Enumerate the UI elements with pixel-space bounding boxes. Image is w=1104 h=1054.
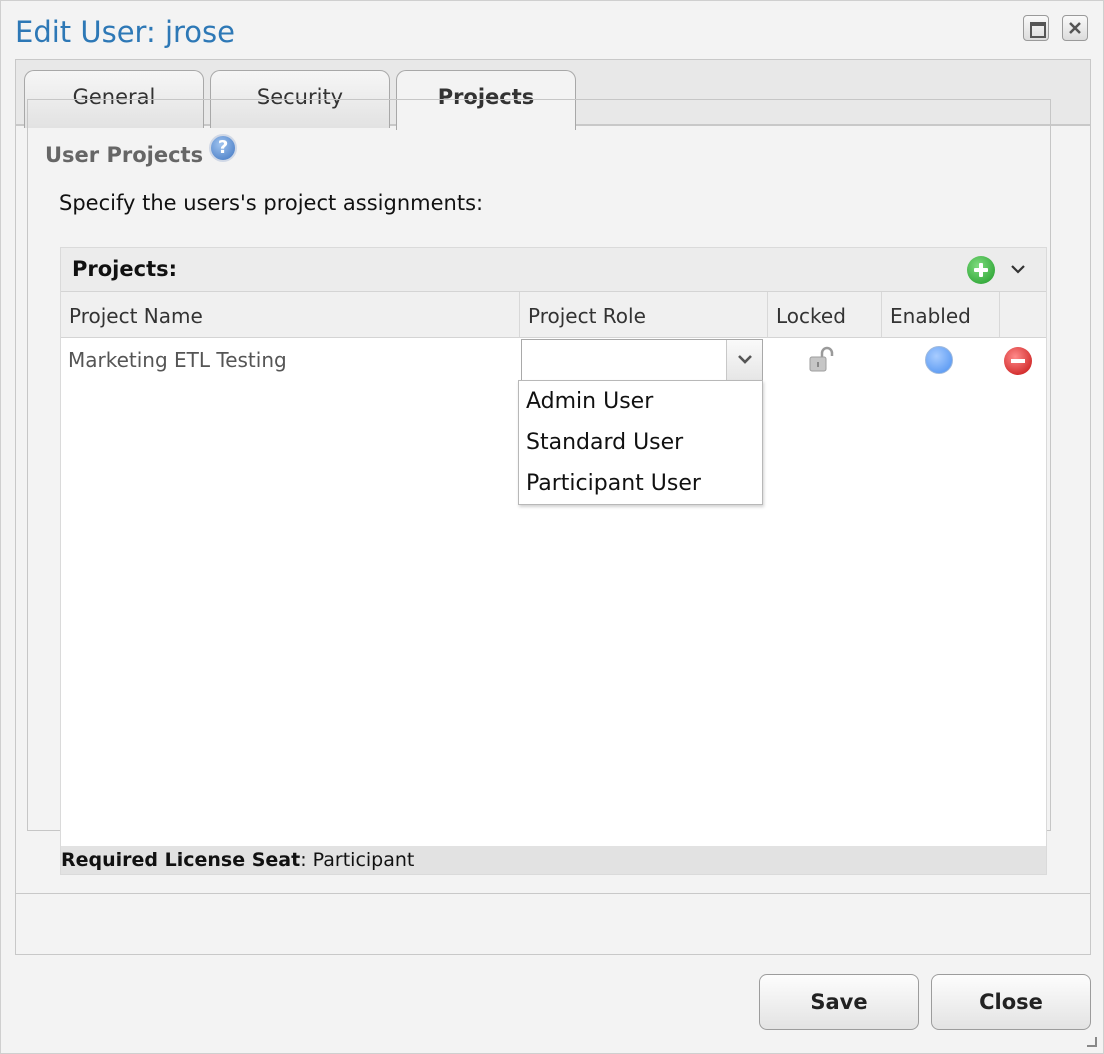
user-projects-legend: User Projects ?	[41, 134, 242, 167]
resize-grip-icon[interactable]	[1085, 1035, 1097, 1047]
unlocked-icon[interactable]	[808, 346, 838, 374]
instructions-text: Specify the users's project assignments:	[59, 191, 484, 215]
close-icon	[1069, 22, 1081, 34]
column-project-name[interactable]: Project Name	[61, 292, 520, 338]
grid-header: Projects:	[61, 248, 1046, 292]
dialog-title: Edit User: jrose	[15, 15, 235, 49]
tab-panel-bottom	[15, 893, 1091, 955]
grid-title: Projects:	[72, 257, 177, 281]
column-enabled[interactable]: Enabled	[882, 292, 1000, 338]
project-role-select[interactable]	[521, 339, 763, 381]
help-icon[interactable]: ?	[209, 134, 238, 162]
role-option-participant[interactable]: Participant User	[519, 463, 762, 504]
close-button[interactable]: Close	[931, 974, 1091, 1030]
chevron-down-icon	[738, 355, 752, 364]
select-arrow[interactable]	[726, 340, 762, 380]
project-role-dropdown: Admin User Standard User Participant Use…	[518, 380, 763, 505]
remove-project-icon[interactable]	[1004, 347, 1032, 375]
enabled-icon[interactable]	[925, 346, 953, 374]
edit-user-dialog: Edit User: jrose General Security Projec…	[0, 0, 1104, 1054]
role-option-standard[interactable]: Standard User	[519, 422, 762, 463]
chevron-down-icon[interactable]	[1009, 262, 1027, 276]
role-option-admin[interactable]: Admin User	[519, 381, 762, 422]
project-name-cell: Marketing ETL Testing	[68, 348, 287, 372]
close-window-button[interactable]	[1062, 15, 1088, 41]
save-button[interactable]: Save	[759, 974, 919, 1030]
add-project-icon[interactable]	[967, 256, 995, 284]
license-seat-footer: Required License Seat: Participant	[61, 846, 1046, 874]
user-projects-title: User Projects	[45, 143, 204, 167]
column-actions	[1000, 292, 1046, 338]
license-value: : Participant	[300, 849, 415, 871]
column-project-role[interactable]: Project Role	[520, 292, 768, 338]
projects-grid: Projects: Project Name Project Role Lock…	[60, 247, 1047, 875]
column-locked[interactable]: Locked	[768, 292, 882, 338]
maximize-button[interactable]	[1023, 15, 1049, 41]
license-label: Required License Seat	[61, 849, 301, 871]
